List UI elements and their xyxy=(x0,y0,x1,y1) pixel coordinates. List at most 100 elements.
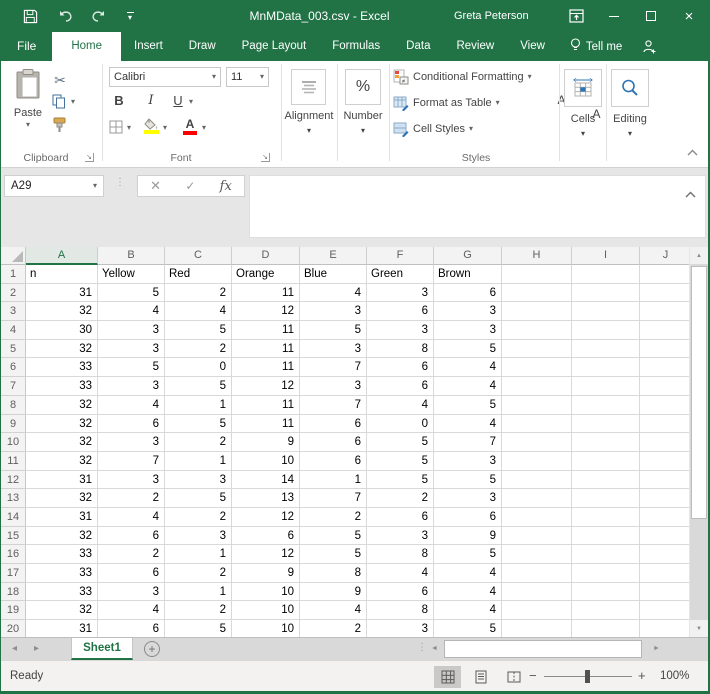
cell-B5[interactable]: 3 xyxy=(98,339,165,359)
cell-E15[interactable]: 5 xyxy=(300,526,367,546)
cell-A6[interactable]: 33 xyxy=(26,358,98,378)
cell-I10[interactable] xyxy=(572,433,640,452)
cell-B13[interactable]: 2 xyxy=(98,489,165,508)
row-header-15[interactable]: 15 xyxy=(1,526,26,546)
cell-E13[interactable]: 7 xyxy=(300,489,367,508)
cell-E11[interactable]: 6 xyxy=(300,451,367,471)
editing-dropdown-arrow[interactable]: ▾ xyxy=(614,130,646,138)
cell-F8[interactable]: 4 xyxy=(367,395,434,415)
cell-B3[interactable]: 4 xyxy=(98,302,165,322)
cell-C17[interactable]: 2 xyxy=(165,564,232,583)
cell-C10[interactable]: 2 xyxy=(165,433,232,452)
tab-review[interactable]: Review xyxy=(443,32,507,61)
cell-G14[interactable]: 6 xyxy=(434,507,502,527)
cell-D3[interactable]: 12 xyxy=(232,302,300,322)
cell-B7[interactable]: 3 xyxy=(98,377,165,396)
conditional-formatting-button[interactable]: ≠ Conditional Formatting ▾ xyxy=(393,68,532,86)
cell-F6[interactable]: 6 xyxy=(367,358,434,378)
tab-home[interactable]: Home xyxy=(52,32,122,61)
cell-E19[interactable]: 4 xyxy=(300,601,367,621)
cell-I4[interactable] xyxy=(572,321,640,340)
cell-B15[interactable]: 6 xyxy=(98,526,165,546)
cell-I5[interactable] xyxy=(572,339,640,359)
cell-G15[interactable]: 9 xyxy=(434,526,502,546)
cell-D6[interactable]: 11 xyxy=(232,358,300,378)
cancel-icon[interactable]: ✕ xyxy=(150,178,161,194)
tab-insert[interactable]: Insert xyxy=(121,32,176,61)
cell-G8[interactable]: 5 xyxy=(434,395,502,415)
cell-E14[interactable]: 2 xyxy=(300,507,367,527)
row-header-10[interactable]: 10 xyxy=(1,433,26,452)
tab-view[interactable]: View xyxy=(507,32,558,61)
row-header-7[interactable]: 7 xyxy=(1,377,26,396)
cells-dropdown-arrow[interactable]: ▾ xyxy=(567,130,599,138)
row-header-9[interactable]: 9 xyxy=(1,414,26,434)
cell-H15[interactable] xyxy=(502,526,572,546)
cell-H2[interactable] xyxy=(502,283,572,303)
row-header-1[interactable]: 1 xyxy=(1,265,26,284)
cell-J15[interactable] xyxy=(640,526,692,546)
fill-color-icon[interactable] xyxy=(144,118,159,134)
cell-I16[interactable] xyxy=(572,545,640,564)
name-box-dropdown-arrow[interactable]: ▾ xyxy=(93,182,97,190)
cell-G10[interactable]: 7 xyxy=(434,433,502,452)
cell-D16[interactable]: 12 xyxy=(232,545,300,564)
alignment-button[interactable] xyxy=(291,69,326,105)
cell-G18[interactable]: 4 xyxy=(434,582,502,602)
cell-D20[interactable]: 10 xyxy=(232,620,300,637)
insert-function-icon[interactable]: fx xyxy=(220,179,232,194)
sheet-tab-sheet1[interactable]: Sheet1 xyxy=(71,638,133,660)
horizontal-scroll-thumb[interactable] xyxy=(444,640,642,658)
row-header-8[interactable]: 8 xyxy=(1,395,26,415)
cell-J17[interactable] xyxy=(640,564,692,583)
cell-J4[interactable] xyxy=(640,321,692,340)
row-header-6[interactable]: 6 xyxy=(1,358,26,378)
cell-F16[interactable]: 8 xyxy=(367,545,434,564)
cell-A5[interactable]: 32 xyxy=(26,339,98,359)
cell-H8[interactable] xyxy=(502,395,572,415)
number-dropdown-arrow[interactable]: ▾ xyxy=(347,127,379,135)
row-header-17[interactable]: 17 xyxy=(1,564,26,583)
tell-me-box[interactable]: Tell me xyxy=(560,32,632,61)
normal-view-button[interactable] xyxy=(434,666,461,688)
cell-E5[interactable]: 3 xyxy=(300,339,367,359)
cell-H11[interactable] xyxy=(502,451,572,471)
cell-I2[interactable] xyxy=(572,283,640,303)
row-header-4[interactable]: 4 xyxy=(1,321,26,340)
font-name-combo[interactable]: Calibri ▾ xyxy=(109,67,221,87)
cell-C5[interactable]: 2 xyxy=(165,339,232,359)
cell-H6[interactable] xyxy=(502,358,572,378)
cell-I1[interactable] xyxy=(572,265,640,284)
cell-C18[interactable]: 1 xyxy=(165,582,232,602)
cell-F1[interactable]: Green xyxy=(367,265,434,284)
cell-B17[interactable]: 6 xyxy=(98,564,165,583)
column-header-A[interactable]: A xyxy=(26,247,98,265)
ribbon-display-options-icon[interactable] xyxy=(559,0,593,32)
vertical-scrollbar[interactable]: ▲ ▼ xyxy=(689,247,708,637)
cell-H17[interactable] xyxy=(502,564,572,583)
cut-icon[interactable]: ✂ xyxy=(51,71,69,89)
collapse-formula-bar-icon[interactable] xyxy=(685,185,696,203)
cell-H13[interactable] xyxy=(502,489,572,508)
cell-D12[interactable]: 14 xyxy=(232,470,300,490)
cell-H19[interactable] xyxy=(502,601,572,621)
cell-F17[interactable]: 4 xyxy=(367,564,434,583)
cell-J9[interactable] xyxy=(640,414,692,434)
cell-C14[interactable]: 2 xyxy=(165,507,232,527)
cell-E20[interactable]: 2 xyxy=(300,620,367,637)
column-header-F[interactable]: F xyxy=(367,247,434,265)
cell-G16[interactable]: 5 xyxy=(434,545,502,564)
cell-H3[interactable] xyxy=(502,302,572,322)
cell-D4[interactable]: 11 xyxy=(232,321,300,340)
cell-B18[interactable]: 3 xyxy=(98,582,165,602)
cell-F3[interactable]: 6 xyxy=(367,302,434,322)
cell-E8[interactable]: 7 xyxy=(300,395,367,415)
scroll-right-icon[interactable]: ► xyxy=(653,638,660,660)
page-break-preview-button[interactable] xyxy=(500,666,527,688)
cell-A16[interactable]: 33 xyxy=(26,545,98,564)
cell-H1[interactable] xyxy=(502,265,572,284)
cell-I17[interactable] xyxy=(572,564,640,583)
cell-I6[interactable] xyxy=(572,358,640,378)
collapse-ribbon-icon[interactable] xyxy=(687,147,698,159)
tab-formulas[interactable]: Formulas xyxy=(319,32,393,61)
